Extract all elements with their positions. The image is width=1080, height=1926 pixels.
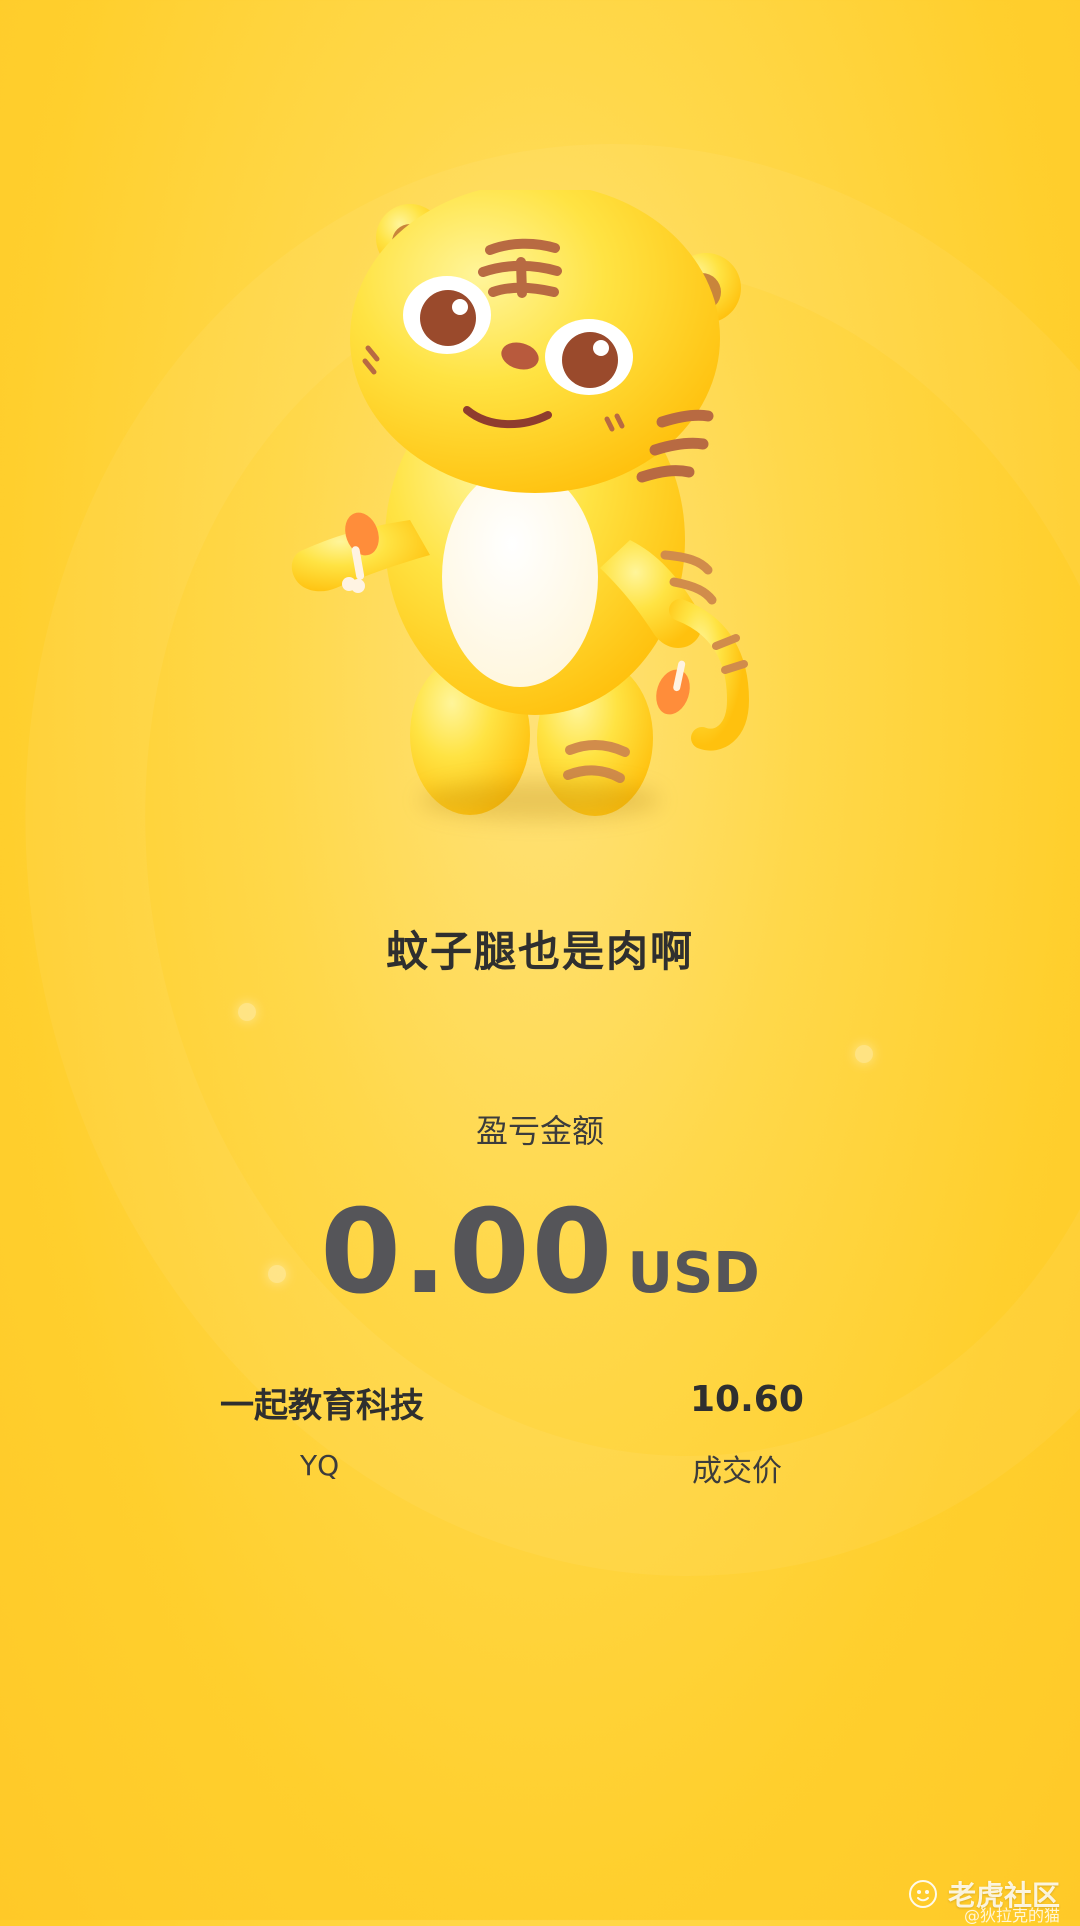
sparkle-decoration	[238, 1003, 256, 1021]
stock-name: 一起教育科技	[220, 1386, 424, 1426]
pnl-label: 盈亏金额	[475, 1112, 604, 1150]
trade-price: 10.60	[690, 1379, 804, 1420]
mascot-shadow	[420, 780, 660, 820]
pnl-currency: USD	[627, 1241, 760, 1306]
page-title: 蚊子腿也是肉啊	[385, 927, 694, 976]
watermark-logo-icon	[908, 1880, 937, 1908]
trade-price-label: 成交价	[692, 1454, 782, 1489]
stock-ticker: YQ	[300, 1449, 340, 1482]
pnl-amount: 0.00	[320, 1185, 615, 1320]
tiger-mascot-illustration	[291, 183, 750, 816]
watermark-user: @狄拉克的猫	[963, 1906, 1060, 1925]
sparkle-decoration	[855, 1045, 873, 1063]
pnl-value: 0.00 USD	[0, 1185, 1080, 1320]
tiger-mascot	[270, 183, 810, 830]
